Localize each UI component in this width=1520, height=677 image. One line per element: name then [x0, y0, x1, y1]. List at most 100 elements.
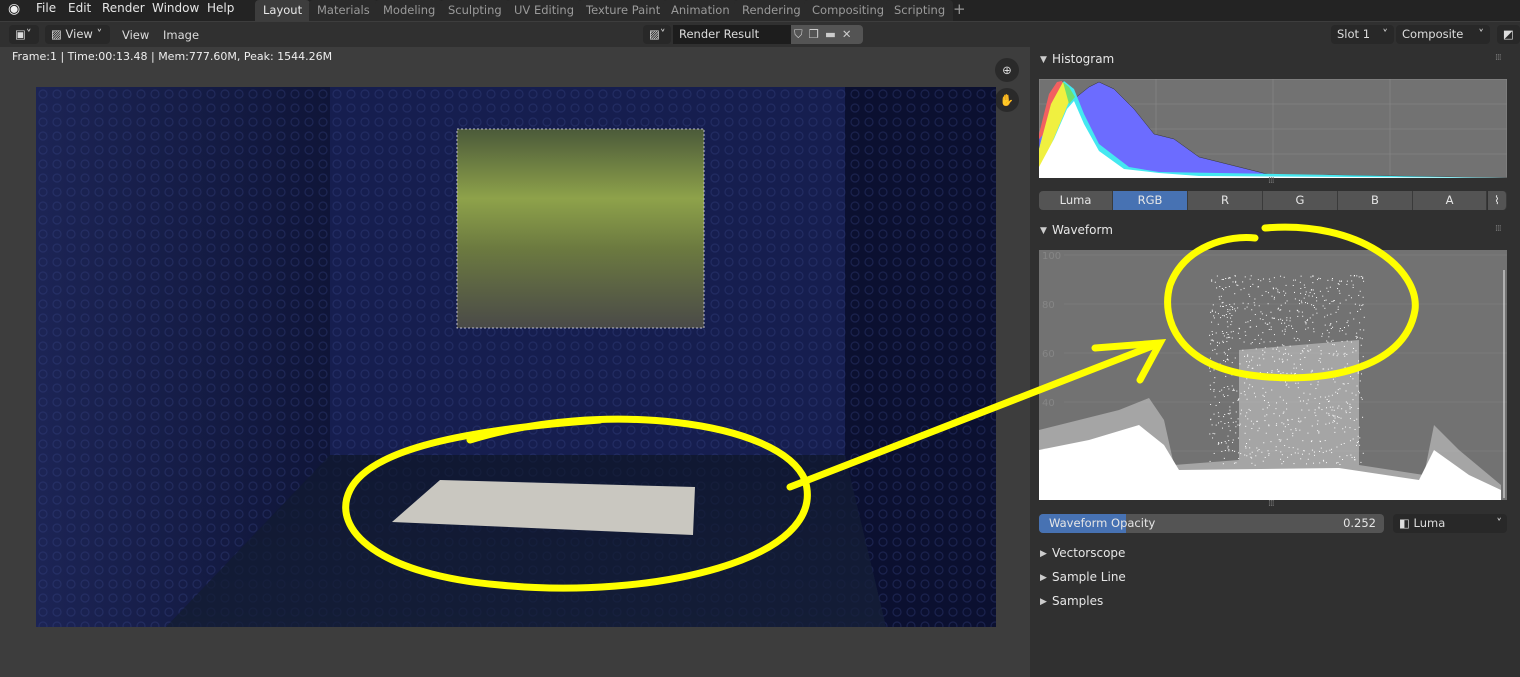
collapse-waveform-icon[interactable]: ▼: [1040, 226, 1047, 236]
waveform-sample-dot: [1343, 353, 1345, 355]
waveform-sample-dot: [1362, 452, 1364, 454]
waveform-sample-dot: [1307, 458, 1309, 460]
waveform-sample-dot: [1308, 340, 1310, 342]
histogram-mode-luma[interactable]: Luma: [1039, 191, 1113, 210]
tab-animation[interactable]: Animation: [663, 0, 738, 21]
waveform-sample-dot: [1317, 384, 1319, 386]
vectorscope-panel-header[interactable]: Vectorscope: [1052, 546, 1125, 560]
menu-view[interactable]: View: [122, 28, 149, 42]
waveform-sample-dot: [1228, 440, 1230, 442]
waveform-sample-dot: [1212, 432, 1214, 434]
tab-modeling[interactable]: Modeling: [375, 0, 444, 21]
waveform-opacity-slider[interactable]: Waveform Opacity 0.252: [1039, 514, 1384, 533]
tab-scripting[interactable]: Scripting: [886, 0, 954, 21]
sample-line-panel-header[interactable]: Sample Line: [1052, 570, 1126, 584]
resize-handle-icon[interactable]: ⁞⁞⁞: [1268, 499, 1275, 509]
histogram-mode-rgb[interactable]: RGB: [1113, 191, 1188, 210]
waveform-sample-dot: [1269, 281, 1271, 283]
waveform-sample-dot: [1283, 290, 1285, 292]
samples-panel-header[interactable]: Samples: [1052, 594, 1103, 608]
waveform-sample-dot: [1264, 322, 1266, 324]
histogram-mode-g[interactable]: G: [1263, 191, 1338, 210]
waveform-mode-dropdown[interactable]: ◧ Luma ˅: [1393, 514, 1507, 533]
waveform-sample-dot: [1333, 353, 1335, 355]
expand-samples-icon[interactable]: ▶: [1040, 597, 1047, 607]
editor-type-button[interactable]: ▣˅: [9, 25, 39, 44]
waveform-sample-dot: [1302, 440, 1304, 442]
waveform-sample-dot: [1280, 439, 1282, 441]
tab-materials[interactable]: Materials: [309, 0, 378, 21]
new-image-icon[interactable]: ❐: [809, 27, 825, 41]
layer-dropdown[interactable]: Composite ˅: [1396, 25, 1490, 44]
tab-texture-paint[interactable]: Texture Paint: [578, 0, 669, 21]
waveform-sample-dot: [1217, 412, 1219, 414]
waveform-sample-dot: [1267, 401, 1269, 403]
histogram-mode-a[interactable]: A: [1413, 191, 1487, 210]
waveform-sample-dot: [1229, 430, 1231, 432]
waveform-sample-dot: [1325, 423, 1327, 425]
waveform-scale-40: 40: [1042, 398, 1055, 409]
tab-layout[interactable]: Layout: [255, 0, 311, 21]
waveform-panel-header[interactable]: Waveform: [1052, 223, 1113, 237]
histogram-panel-header[interactable]: Histogram: [1052, 52, 1114, 66]
menu-render[interactable]: Render: [102, 0, 145, 20]
browse-image-button[interactable]: ▨˅: [643, 25, 671, 44]
waveform-sample-dot: [1332, 326, 1334, 328]
blender-logo-icon[interactable]: ◉: [8, 1, 20, 17]
open-folder-icon[interactable]: ▬: [825, 27, 842, 41]
tab-rendering[interactable]: Rendering: [734, 0, 809, 21]
waveform-sample-dot: [1265, 291, 1267, 293]
waveform-sample-dot: [1235, 282, 1237, 284]
tab-compositing[interactable]: Compositing: [804, 0, 893, 21]
histogram-mode-b[interactable]: B: [1338, 191, 1413, 210]
menu-image[interactable]: Image: [163, 28, 199, 42]
waveform-sample-dot: [1281, 358, 1283, 360]
fake-user-icon[interactable]: ⛉: [794, 27, 809, 41]
waveform-sample-dot: [1280, 451, 1282, 453]
resize-handle-icon[interactable]: ⁞⁞⁞: [1268, 176, 1275, 186]
waveform-sample-dot: [1287, 424, 1289, 426]
pan-hand-icon[interactable]: ✋: [995, 88, 1019, 112]
waveform-sample-dot: [1314, 412, 1316, 414]
view-mode-dropdown[interactable]: ▨ View ˅: [45, 25, 110, 44]
image-name-field[interactable]: Render Result: [673, 25, 791, 44]
collapse-histogram-icon[interactable]: ▼: [1040, 55, 1047, 65]
close-icon[interactable]: ✕: [842, 27, 858, 41]
waveform-sample-dot: [1338, 405, 1340, 407]
menu-window[interactable]: Window: [152, 0, 199, 20]
menu-file[interactable]: File: [36, 0, 56, 20]
log-scale-toggle-icon[interactable]: ⌇: [1488, 191, 1507, 210]
waveform-sample-dot: [1299, 358, 1301, 360]
tab-sculpting[interactable]: Sculpting: [440, 0, 510, 21]
waveform-sample-dot: [1316, 300, 1318, 302]
waveform-sample-dot: [1211, 331, 1213, 333]
menu-edit[interactable]: Edit: [68, 0, 91, 20]
histogram-mode-r[interactable]: R: [1188, 191, 1263, 210]
waveform-sample-dot: [1310, 371, 1312, 373]
slot-dropdown[interactable]: Slot 1 ˅: [1331, 25, 1394, 44]
waveform-sample-dot: [1271, 371, 1273, 373]
expand-vectorscope-icon[interactable]: ▶: [1040, 549, 1047, 559]
add-workspace-icon[interactable]: +: [953, 0, 966, 18]
waveform-sample-dot: [1358, 360, 1360, 362]
tab-uv-editing[interactable]: UV Editing: [506, 0, 582, 21]
zoom-icon[interactable]: ⊕: [995, 58, 1019, 82]
waveform-sample-dot: [1233, 388, 1235, 390]
waveform-sample-dot: [1258, 305, 1260, 307]
drag-handle-icon[interactable]: ⁞⁞⁞: [1495, 224, 1502, 234]
waveform-sample-dot: [1318, 431, 1320, 433]
waveform-sample-dot: [1331, 367, 1333, 369]
waveform-sample-dot: [1237, 399, 1239, 401]
waveform-sample-dot: [1209, 433, 1211, 435]
waveform-sample-dot: [1283, 353, 1285, 355]
menu-help[interactable]: Help: [207, 0, 234, 20]
waveform-sample-dot: [1263, 442, 1265, 444]
waveform-mode-label: Luma: [1413, 516, 1446, 530]
waveform-sample-dot: [1280, 373, 1282, 375]
waveform-sample-dot: [1226, 316, 1228, 318]
waveform-sample-dot: [1305, 328, 1307, 330]
display-channels-button[interactable]: ◩: [1497, 25, 1520, 44]
expand-sample-line-icon[interactable]: ▶: [1040, 573, 1047, 583]
drag-handle-icon[interactable]: ⁞⁞⁞: [1495, 53, 1502, 63]
waveform-sample-dot: [1311, 370, 1313, 372]
